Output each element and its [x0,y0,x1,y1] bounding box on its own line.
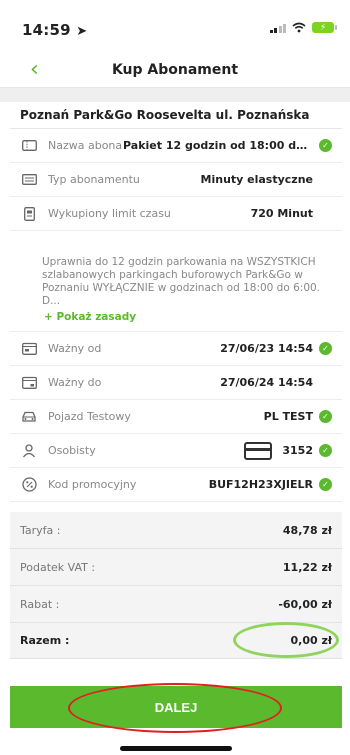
total-label: Taryfa : [20,523,61,537]
row-value: 27/06/23 14:54 [220,342,313,355]
calendar-end-icon [10,376,48,389]
row-value: 27/06/24 14:54 [220,376,313,389]
subscription-description: Uprawnia do 12 godzin parkowania na WSZY… [10,248,342,332]
status-time: 14:59 ➤ [22,21,87,39]
clock-card-icon [10,206,48,221]
signal-icon [269,23,286,33]
row-value: 3152 [282,444,313,457]
row-valid-to: Ważny do 27/06/24 14:54 [10,366,342,400]
parking-location: Poznań Park&Go Roosevelta ul. Poznańska [10,102,342,129]
totals-section: Taryfa : 48,78 zł Podatek VAT : 11,22 zł… [10,512,342,659]
check-icon: ✓ [319,342,332,355]
row-value: BUF12H23XJIELR [208,478,313,491]
page-title: Kup Abonament [111,62,239,78]
total-value: 11,22 zł [282,560,332,574]
total-label: Podatek VAT : [20,560,96,574]
description-text: Uprawnia do 12 godzin parkowania na WSZY… [42,256,321,307]
status-icons: ⚡ [269,22,337,33]
footer-divider [0,662,350,686]
person-icon [10,443,48,458]
row-label: Osobisty [48,444,96,457]
total-row-vat: Podatek VAT : 11,22 zł [10,549,342,586]
credit-card-icon [244,441,273,460]
wifi-icon [292,22,306,33]
next-button[interactable]: DALEJ [10,686,342,728]
car-icon [10,411,48,423]
total-row-tariff: Taryfa : 48,78 zł [10,512,342,549]
row-label: Nazwa abonamentu [48,139,123,152]
total-label: Razem : [20,633,70,647]
row-valid-from[interactable]: Ważny od 27/06/23 14:54 ✓ [10,332,342,366]
row-vehicle[interactable]: Pojazd Testowy PL TEST ✓ [10,400,342,434]
total-row-sum: Razem : 0,00 zł [10,622,342,659]
row-label: Typ abonamentu [48,173,140,186]
top-divider [0,88,350,102]
home-indicator [120,746,232,751]
row-value: Minuty elastyczne [200,173,313,186]
row-value: Pakiet 12 godzin od 18:00 do... [123,139,313,152]
check-icon: ✓ [319,444,332,457]
location-arrow-icon: ➤ [76,24,88,39]
subscription-card: Poznań Park&Go Roosevelta ul. Poznańska … [10,102,342,662]
check-icon: ✓ [319,410,332,423]
total-label: Rabat : [20,597,60,611]
clock-text: 14:59 [22,21,71,39]
row-subscription-name[interactable]: Nazwa abonamentu Pakiet 12 godzin od 18:… [10,129,342,163]
check-icon: ✓ [319,139,332,152]
row-value: 720 Minut [250,207,313,220]
total-value: 0,00 zł [290,633,332,647]
show-rules-link[interactable]: + Pokaż zasady [44,311,330,324]
check-icon: ✓ [319,478,332,491]
percent-icon [10,477,48,492]
row-subscription-type: Typ abonamentu Minuty elastyczne [10,163,342,197]
calendar-start-icon [10,342,48,355]
total-row-discount: Rabat : -60,00 zł [10,586,342,623]
battery-icon: ⚡ [312,22,337,33]
row-label: Ważny do [48,376,102,389]
total-value: -60,00 zł [278,597,332,611]
row-promo-code[interactable]: Kod promocyjny BUF12H23XJIELR ✓ [10,468,342,502]
row-value: PL TEST [263,410,313,423]
row-label: Pojazd Testowy [48,410,131,423]
ticket-icon [10,140,48,151]
row-payment-card[interactable]: Osobisty 3152 ✓ [10,434,342,468]
list-icon [10,174,48,185]
row-label: Kod promocyjny [48,478,137,491]
row-time-limit: Wykupiony limit czasu 720 Minut [10,197,342,231]
row-label: Ważny od [48,342,102,355]
total-value: 48,78 zł [282,523,332,537]
status-bar: 14:59 ➤ ⚡ [0,0,350,56]
nav-bar: ‹ Kup Abonament [0,56,350,88]
row-label: Wykupiony limit czasu [48,207,171,220]
